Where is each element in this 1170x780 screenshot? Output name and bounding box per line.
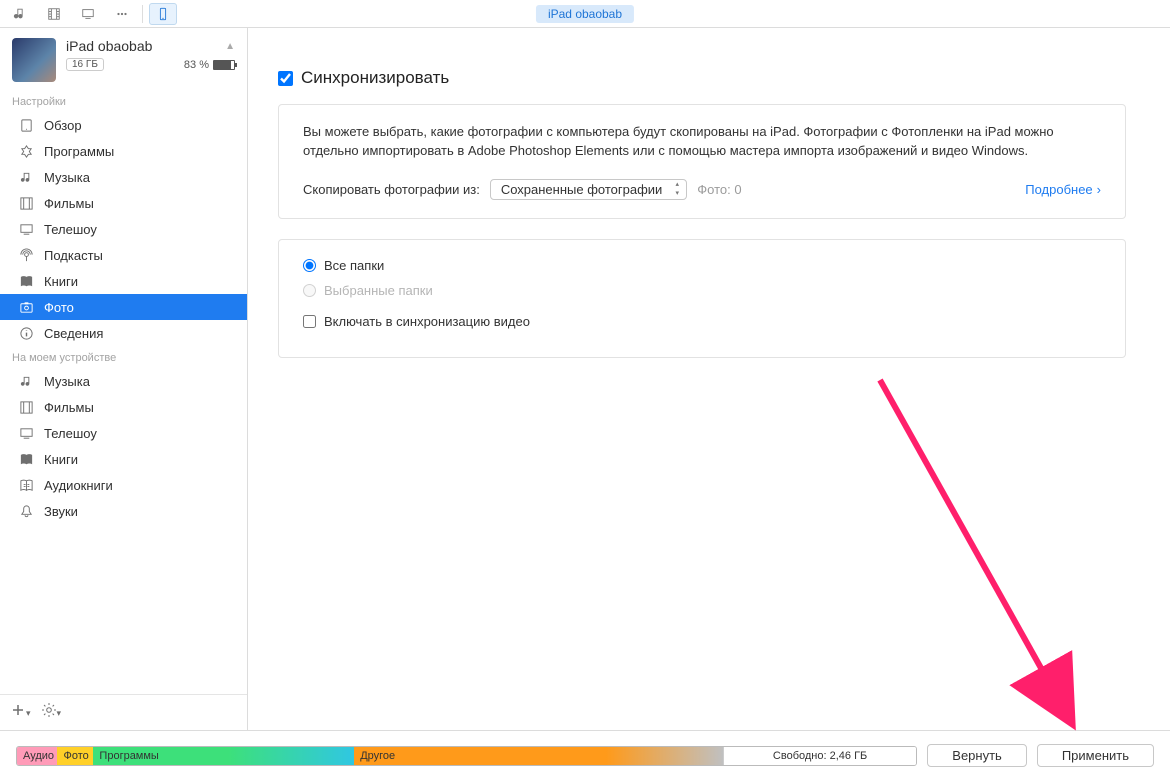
sidebar: iPad obaobab ▲ 16 ГБ 83 % Настройки Обзо… [0,28,248,730]
storage-seg-photo: Фото [57,747,93,765]
sidebar-item-ondev-books[interactable]: Книги [0,446,247,472]
storage-seg-other: Другое [354,747,606,765]
sidebar-item-books[interactable]: Книги [0,268,247,294]
capacity-badge: 16 ГБ [66,58,104,71]
sidebar-item-label: Звуки [44,504,78,519]
tv-icon [18,425,34,441]
device-pill[interactable]: iPad obaobab [536,5,634,23]
sidebar-item-label: Музыка [44,170,90,185]
music-icon [18,373,34,389]
stepper-icon: ▴▾ [670,181,684,198]
storage-seg-other-tail [606,747,723,765]
section-title-ondevice: На моем устройстве [0,346,247,368]
sidebar-item-apps[interactable]: Программы [0,138,247,164]
storage-seg-audio: Аудио [17,747,57,765]
books-icon [18,451,34,467]
storage-bar: Аудио Фото Программы Другое Свободно: 2,… [16,746,917,766]
main-content: Синхронизировать Вы можете выбрать, каки… [248,28,1170,730]
storage-seg-apps-tail [228,747,354,765]
tv-library-icon[interactable] [74,3,102,25]
music-library-icon[interactable] [6,3,34,25]
sidebar-item-label: Книги [44,274,78,289]
copy-from-label: Скопировать фотографии из: [303,182,480,197]
movies-library-icon[interactable] [40,3,68,25]
sidebar-item-summary[interactable]: Обзор [0,112,247,138]
copy-from-value: Сохраненные фотографии [501,182,662,197]
more-icon[interactable] [108,3,136,25]
apps-icon [18,143,34,159]
info-icon [18,325,34,341]
sidebar-item-label: Программы [44,144,114,159]
sidebar-item-music[interactable]: Музыка [0,164,247,190]
sidebar-item-photos[interactable]: Фото [0,294,247,320]
sidebar-item-ondev-tones[interactable]: Звуки [0,498,247,524]
description-text: Вы можете выбрать, какие фотографии с ко… [303,123,1101,161]
photo-count: Фото: 0 [697,182,741,197]
info-panel: Вы можете выбрать, какие фотографии с ко… [278,104,1126,219]
movies-icon [18,399,34,415]
battery-icon [213,60,235,70]
sidebar-item-label: Сведения [44,326,103,341]
sidebar-item-label: Телешоу [44,222,97,237]
tv-icon [18,221,34,237]
sidebar-footer: ▾ ▾ [0,694,247,730]
chevron-right-icon: › [1097,182,1101,197]
sync-checkbox[interactable] [278,71,293,86]
sidebar-item-info[interactable]: Сведения [0,320,247,346]
device-name: iPad obaobab [66,38,152,54]
sidebar-item-movies[interactable]: Фильмы [0,190,247,216]
sidebar-item-label: Фильмы [44,196,94,211]
podcasts-icon [18,247,34,263]
more-link[interactable]: Подробнее › [1025,182,1101,197]
sidebar-item-label: Фото [44,300,74,315]
sidebar-item-label: Подкасты [44,248,103,263]
storage-seg-apps: Программы [93,747,228,765]
radio-selected-folders[interactable]: Выбранные папки [303,283,1101,298]
audiobooks-icon [18,477,34,493]
movies-icon [18,195,34,211]
sidebar-item-label: Телешоу [44,426,97,441]
toolbar-separator [142,5,143,23]
copy-from-select[interactable]: Сохраненные фотографии ▴▾ [490,179,687,200]
add-icon[interactable]: ▾ [10,702,31,723]
revert-button[interactable]: Вернуть [927,744,1027,767]
sidebar-item-tv[interactable]: Телешоу [0,216,247,242]
device-thumbnail [12,38,56,82]
device-header: iPad obaobab ▲ 16 ГБ 83 % [0,28,247,90]
radio-all-folders[interactable]: Все папки [303,258,1101,273]
radio-selected-input [303,284,316,297]
sidebar-item-ondev-movies[interactable]: Фильмы [0,394,247,420]
top-toolbar: iPad obaobab [0,0,1170,28]
sidebar-item-label: Аудиокниги [44,478,113,493]
storage-seg-free: Свободно: 2,46 ГБ [723,747,916,765]
music-icon [18,169,34,185]
summary-icon [18,117,34,133]
sidebar-item-label: Фильмы [44,400,94,415]
device-button[interactable] [149,3,177,25]
sidebar-item-label: Книги [44,452,78,467]
sync-label: Синхронизировать [301,68,449,88]
sidebar-item-ondev-music[interactable]: Музыка [0,368,247,394]
sync-checkbox-row: Синхронизировать [278,68,1126,88]
gear-icon[interactable]: ▾ [41,702,62,723]
apply-button[interactable]: Применить [1037,744,1154,767]
include-videos-checkbox[interactable] [303,315,316,328]
bottom-bar: Аудио Фото Программы Другое Свободно: 2,… [0,730,1170,780]
books-icon [18,273,34,289]
include-videos-row[interactable]: Включать в синхронизацию видео [303,314,1101,329]
folders-panel: Все папки Выбранные папки Включать в син… [278,239,1126,358]
eject-icon[interactable]: ▲ [225,41,235,52]
photos-icon [18,299,34,315]
tones-icon [18,503,34,519]
sidebar-item-label: Обзор [44,118,82,133]
sidebar-item-podcasts[interactable]: Подкасты [0,242,247,268]
sidebar-item-label: Музыка [44,374,90,389]
radio-all-input[interactable] [303,259,316,272]
sidebar-item-ondev-audiobooks[interactable]: Аудиокниги [0,472,247,498]
sidebar-item-ondev-tv[interactable]: Телешоу [0,420,247,446]
section-title-settings: Настройки [0,90,247,112]
battery-percent: 83 % [184,59,209,71]
